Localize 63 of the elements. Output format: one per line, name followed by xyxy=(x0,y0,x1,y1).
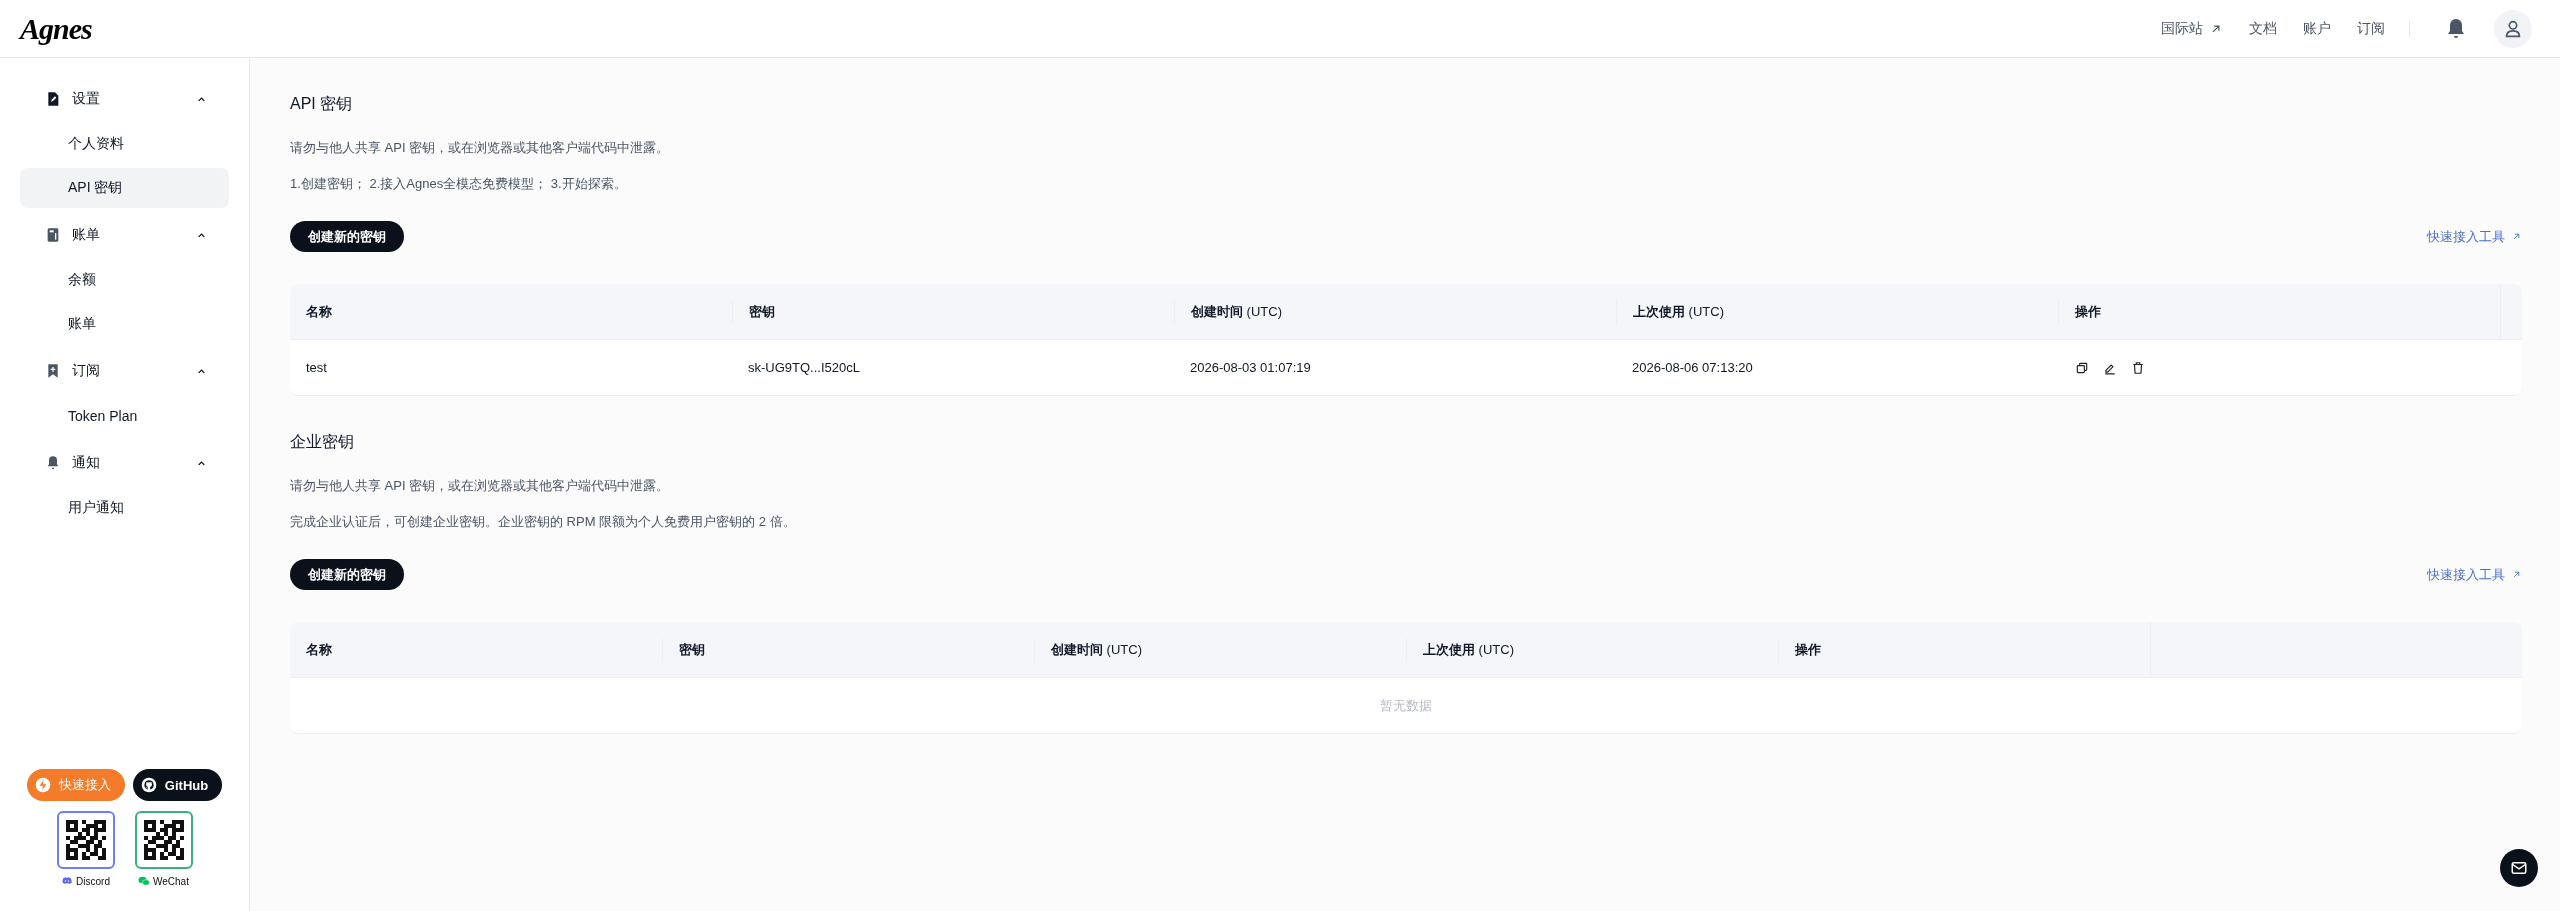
description-text: 请勿与他人共享 API 密钥，或在浏览器或其他客户端代码中泄露。 xyxy=(290,477,671,495)
column-header: 上次使用 (UTC) xyxy=(1406,638,1778,662)
description-text: 请勿与他人共享 API 密钥，或在浏览器或其他客户端代码中泄露。 xyxy=(290,139,671,157)
menu-item[interactable]: Token Plan xyxy=(20,396,229,436)
nav-link[interactable]: 文档 xyxy=(2249,19,2277,38)
menu-group[interactable]: 账单 xyxy=(20,212,229,258)
external-link-icon xyxy=(2511,231,2522,242)
menu-icon xyxy=(45,227,61,243)
section-title: 企业密钥 xyxy=(290,432,355,452)
delete-icon xyxy=(2131,360,2145,375)
qr-code-drawing xyxy=(143,820,184,860)
lightning-icon xyxy=(34,777,51,793)
description-text: 1.创建密钥； 2.接入Agnes全模态免费模型； 3.开始探索。 xyxy=(290,175,628,193)
nav-link[interactable]: 国际站 xyxy=(2161,19,2223,38)
create-key-button[interactable]: 创建新的密钥 xyxy=(290,221,404,252)
logo[interactable]: Agnes xyxy=(20,11,92,46)
description-text: 完成企业认证后，可创建企业密钥。企业密钥的 RPM 限额为个人免费用户密钥的 2 倍。 xyxy=(290,513,797,531)
table-cell-text: sk-UG9TQ...I520cL xyxy=(747,360,861,375)
discord-icon xyxy=(61,875,74,887)
column-header: 上次使用 (UTC) xyxy=(1616,300,2058,324)
column-header: 名称 xyxy=(305,641,333,659)
external-link-icon xyxy=(2511,569,2522,580)
user-avatar[interactable] xyxy=(2494,9,2532,48)
column-header: 密钥 xyxy=(662,638,1034,662)
nav-link[interactable]: 账户 xyxy=(2303,19,2331,38)
menu-icon xyxy=(45,91,61,107)
github-icon xyxy=(140,777,157,793)
delete-button[interactable] xyxy=(2130,359,2146,376)
copy-icon xyxy=(2075,360,2089,375)
wechat-icon xyxy=(138,875,150,887)
column-header: 操作 xyxy=(1778,638,2150,662)
column-header: 创建时间 (UTC) xyxy=(1174,300,1616,324)
menu-group[interactable]: 通知 xyxy=(20,440,229,486)
table-cell-text: test xyxy=(305,360,328,375)
nav-link[interactable]: 订阅 xyxy=(2357,19,2385,38)
quick-tools-link[interactable]: 快速接入工具 xyxy=(2427,565,2522,584)
empty-state-text: 暂无数据 xyxy=(1380,696,1432,715)
quick-tools-link[interactable]: 快速接入工具 xyxy=(2427,227,2522,246)
menu-item[interactable]: 个人资料 xyxy=(20,124,229,164)
community-name: Discord xyxy=(76,875,110,887)
create-key-button[interactable]: 创建新的密钥 xyxy=(290,559,404,590)
menu-group[interactable]: 订阅 xyxy=(20,348,229,394)
table-cell-text: 2026-08-03 01:07:19 xyxy=(1189,360,1312,375)
qr-code-drawing xyxy=(65,820,106,860)
table-cell-text: 2026-08-06 07:13:20 xyxy=(1631,360,1754,375)
message-button[interactable] xyxy=(2500,849,2538,887)
menu-item[interactable]: API 密钥 xyxy=(20,168,229,208)
mail-icon xyxy=(2510,859,2528,877)
menu-group[interactable]: 设置 xyxy=(20,76,229,122)
menu-icon xyxy=(45,455,61,471)
community-name: WeChat xyxy=(153,875,189,887)
menu-item[interactable]: 用户通知 xyxy=(20,488,229,528)
github-button[interactable]: GitHub xyxy=(132,769,223,801)
column-header: 操作 xyxy=(2058,300,2500,324)
menu-item[interactable]: 余额 xyxy=(20,260,229,300)
qr-code[interactable] xyxy=(56,811,115,869)
column-header: 名称 xyxy=(305,303,333,321)
menu-icon xyxy=(45,363,61,379)
menu-item[interactable]: 账单 xyxy=(20,304,229,344)
column-header: 创建时间 (UTC) xyxy=(1034,638,1406,662)
column-header: 密钥 xyxy=(732,300,1174,324)
qr-code[interactable] xyxy=(134,811,193,869)
section-title: API 密钥 xyxy=(290,94,354,114)
